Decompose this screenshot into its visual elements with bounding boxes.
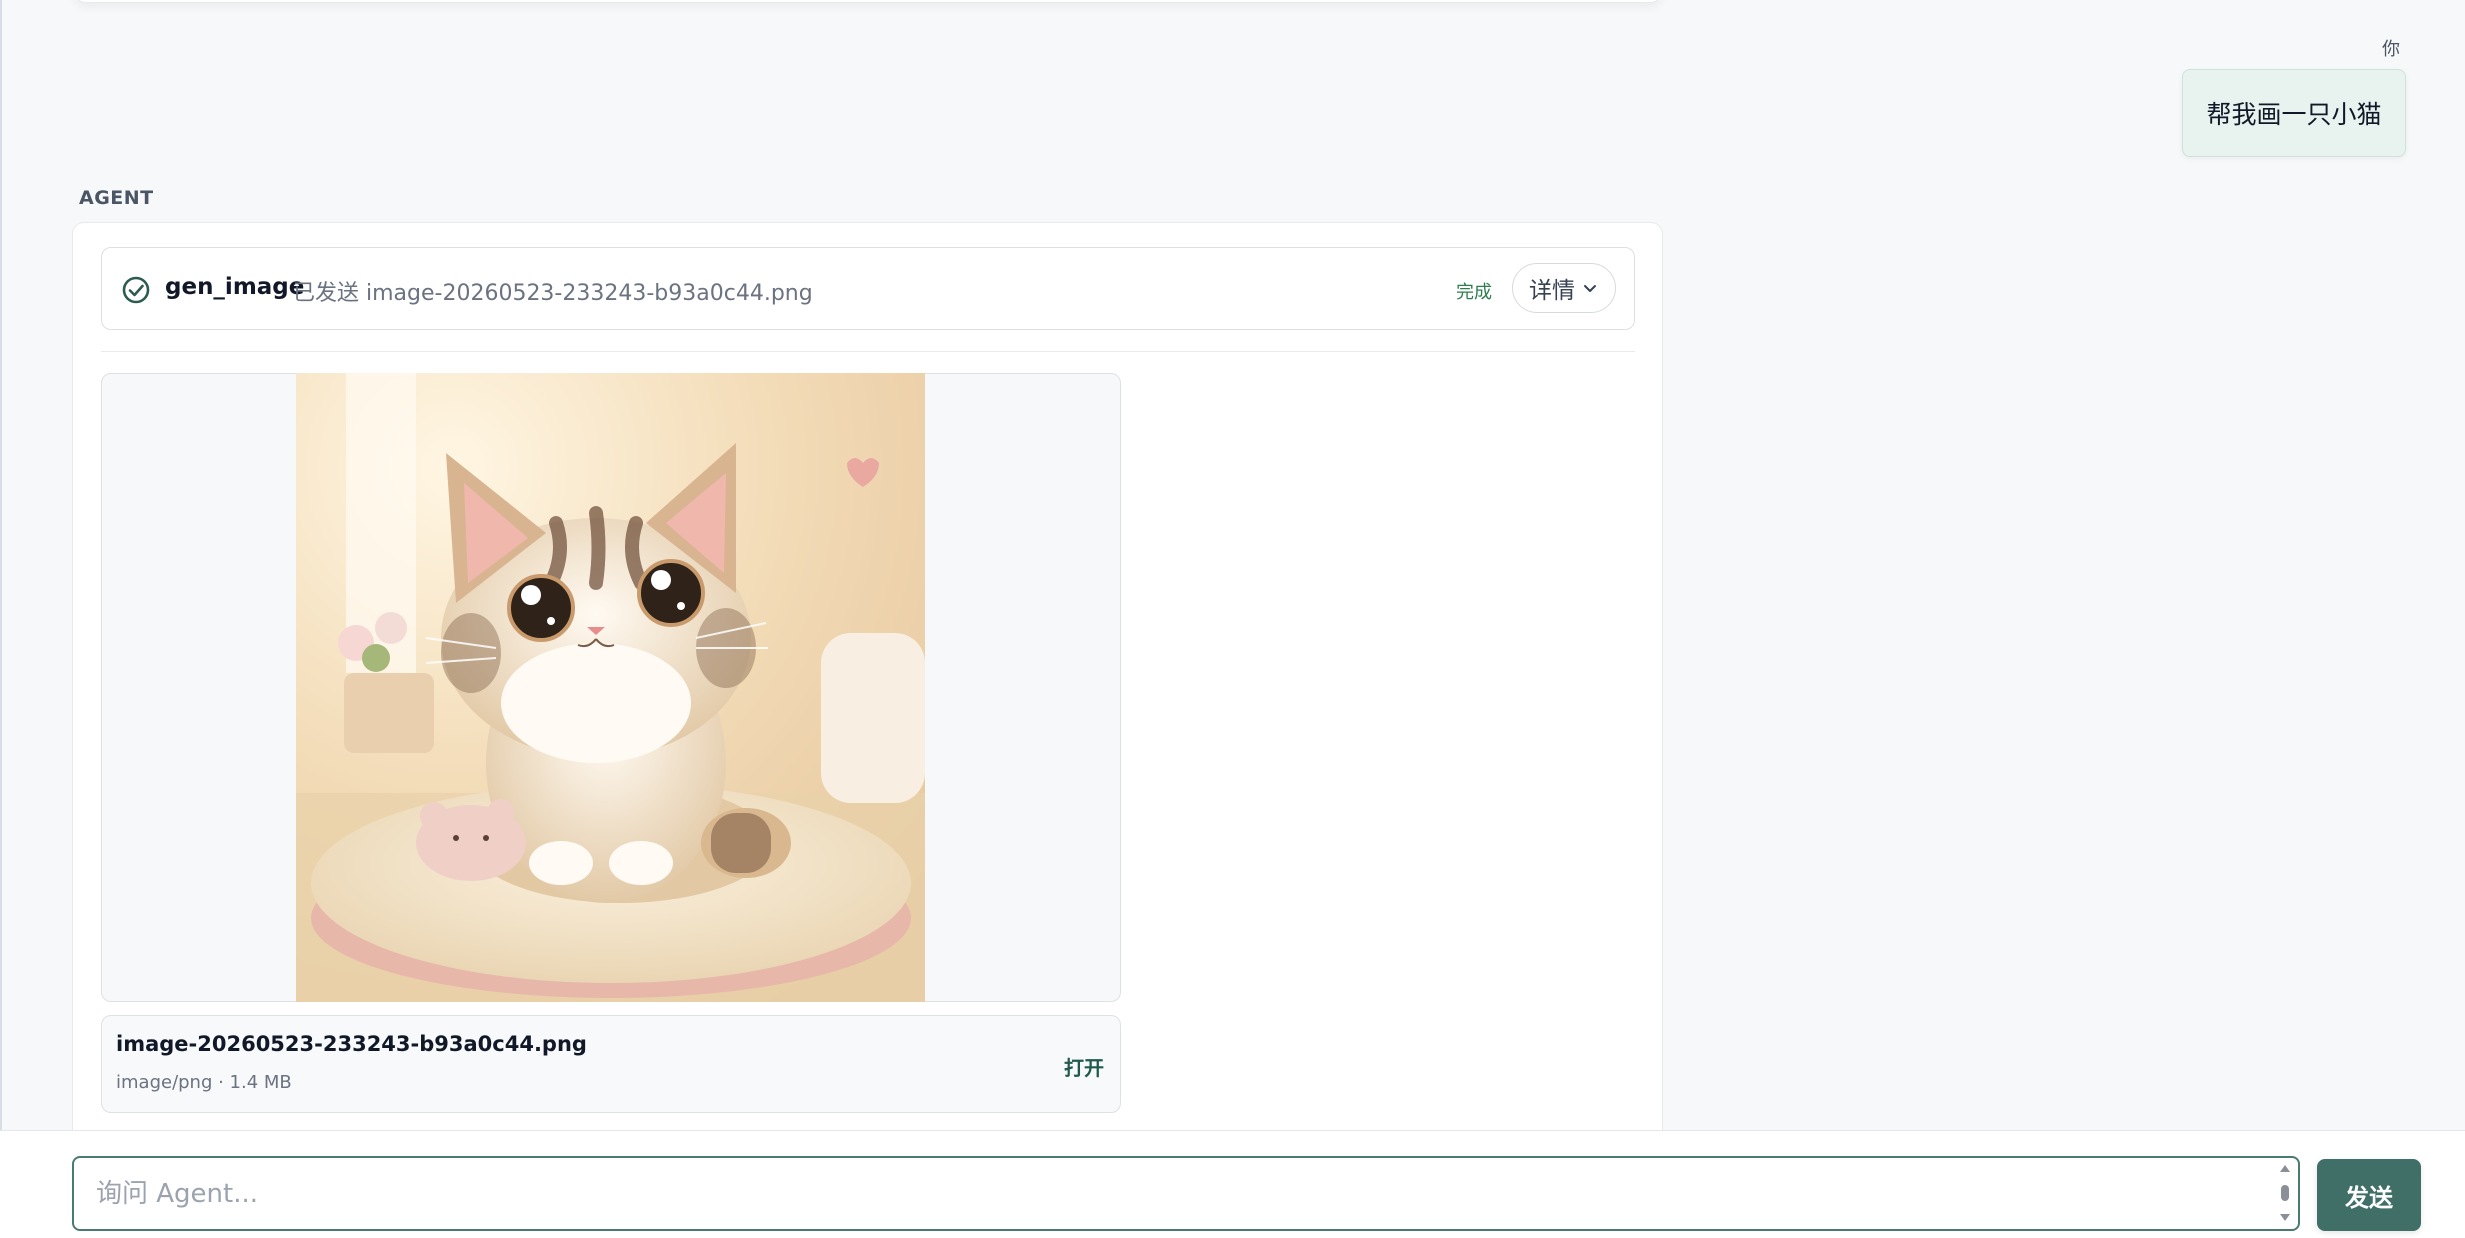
attachment-meta: image/png · 1.4 MB (116, 1072, 292, 1093)
user-message-bubble: 帮我画一只小猫 (2182, 69, 2406, 157)
open-attachment-link[interactable]: 打开 (1064, 1052, 1104, 1081)
tool-description: 已发送 image-20260523-233243-b93a0c44.png (293, 281, 813, 306)
chevron-down-icon (1584, 285, 1596, 292)
left-panel-border (0, 0, 2, 1238)
check-circle-icon (122, 276, 150, 304)
kitten-image[interactable] (296, 373, 925, 1002)
details-button[interactable]: 详情 (1512, 263, 1616, 313)
attachment-card (101, 1015, 1121, 1113)
attachment-file-name: image-20260523-233243-b93a0c44.png (116, 1032, 587, 1056)
prompt-input[interactable] (72, 1156, 2300, 1231)
tool-name: gen_image (165, 274, 305, 300)
agent-label: AGENT (79, 187, 154, 209)
divider (101, 351, 1635, 352)
input-scrollbar[interactable] (2276, 1163, 2294, 1223)
send-button[interactable]: 发送 (2317, 1159, 2421, 1231)
tool-status-badge: 完成 (1456, 282, 1492, 303)
previous-message-card (74, 0, 1662, 3)
user-label: 你 (2382, 39, 2400, 60)
details-button-label: 详情 (1529, 278, 1575, 304)
